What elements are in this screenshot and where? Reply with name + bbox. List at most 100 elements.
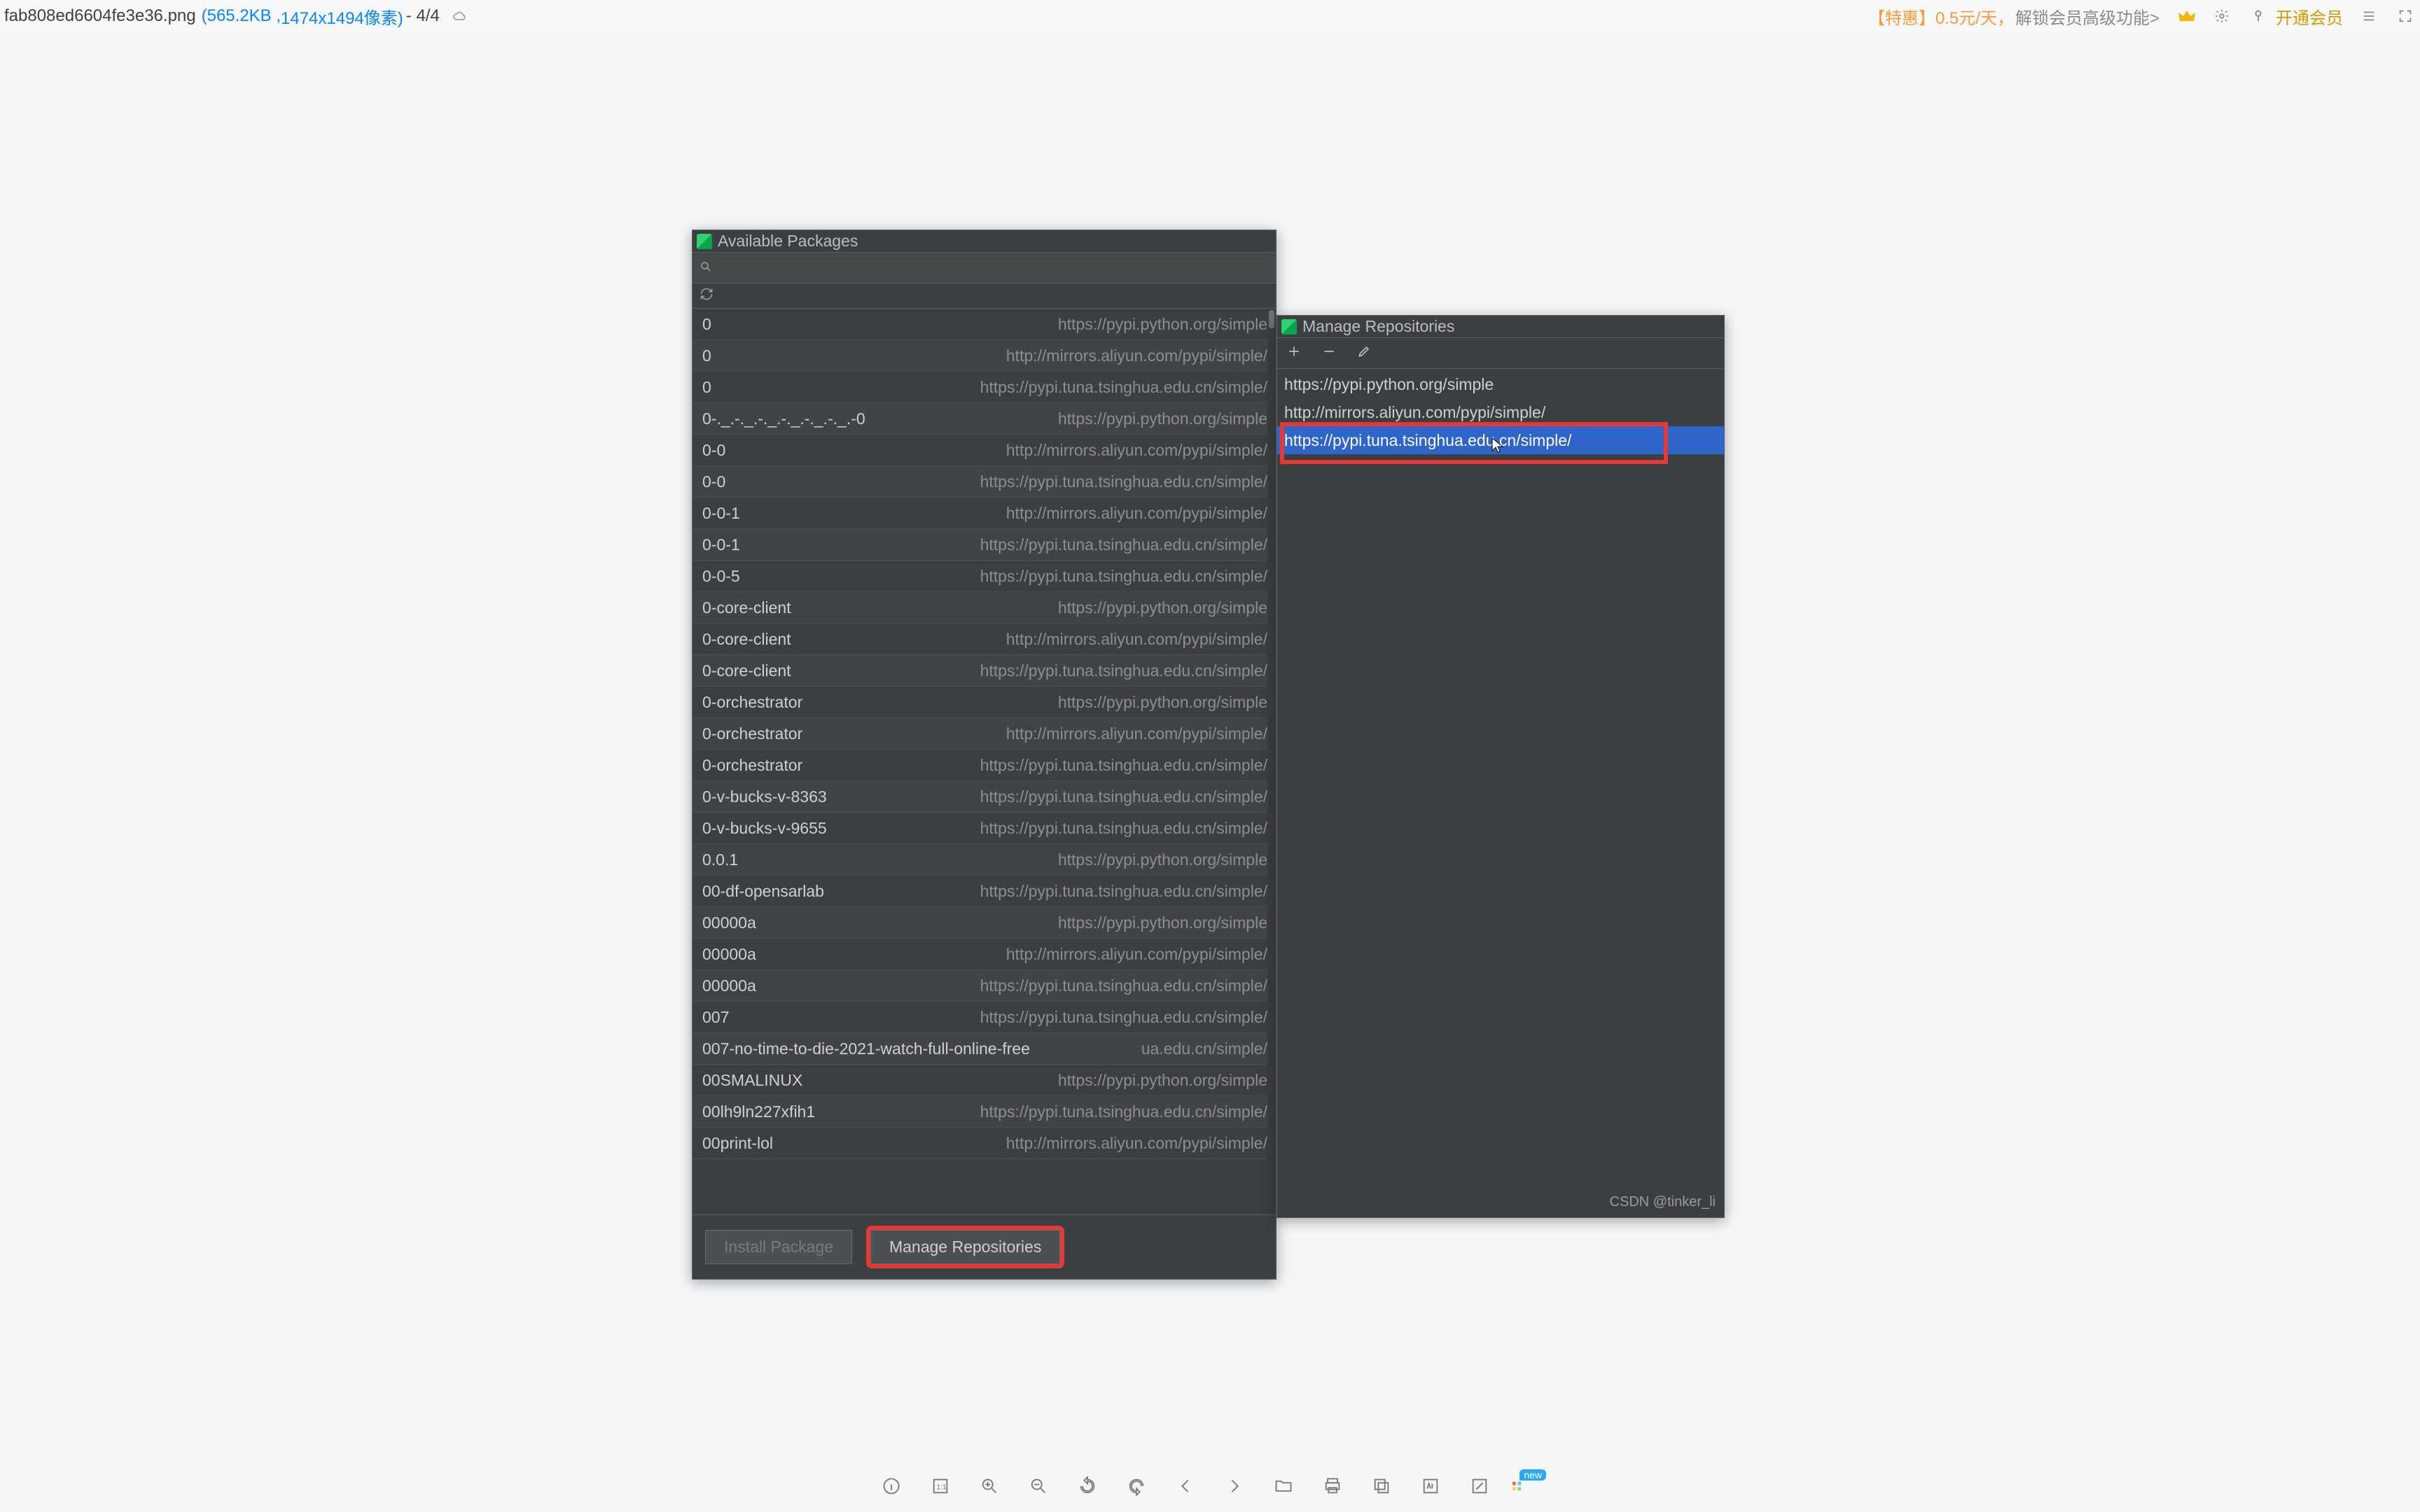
search-icon (700, 258, 712, 278)
package-row[interactable]: 0-0http://mirrors.aliyun.com/pypi/simple… (693, 435, 1276, 466)
ocr-icon[interactable] (1413, 1469, 1448, 1504)
edit-icon[interactable] (1357, 344, 1371, 363)
package-source: http://mirrors.aliyun.com/pypi/simple/ (725, 441, 1267, 460)
package-name: 00print-lol (702, 1134, 773, 1153)
package-row[interactable]: 00000ahttps://pypi.python.org/simple (693, 907, 1276, 939)
package-source: http://mirrors.aliyun.com/pypi/simple/ (740, 504, 1267, 523)
package-name: 0-0 (702, 472, 725, 491)
open-folder-icon[interactable] (1266, 1469, 1301, 1504)
package-row[interactable]: 00000ahttps://pypi.tuna.tsinghua.edu.cn/… (693, 970, 1276, 1002)
add-icon[interactable] (1287, 344, 1301, 363)
scrollbar-thumb[interactable] (1269, 310, 1274, 328)
package-row[interactable]: 0-core-clienthttps://pypi.python.org/sim… (693, 592, 1276, 624)
file-dimensions: 1474x1494像素) (281, 4, 403, 29)
package-source: http://mirrors.aliyun.com/pypi/simple/ (791, 630, 1267, 649)
package-row[interactable]: 0-orchestratorhttp://mirrors.aliyun.com/… (693, 718, 1276, 750)
rotate-ccw-icon[interactable] (1070, 1469, 1105, 1504)
package-row[interactable]: 0-0-1http://mirrors.aliyun.com/pypi/simp… (693, 498, 1276, 529)
package-name: 00000a (702, 945, 756, 964)
package-row[interactable]: 0-0-5https://pypi.tuna.tsinghua.edu.cn/s… (693, 561, 1276, 592)
repos-list[interactable]: https://pypi.python.org/simplehttp://mir… (1277, 369, 1724, 456)
gear-icon[interactable] (2214, 8, 2232, 24)
apps-icon[interactable]: new (1511, 1469, 1546, 1504)
package-name: 0-core-client (702, 630, 791, 649)
package-row[interactable]: 0https://pypi.tuna.tsinghua.edu.cn/simpl… (693, 372, 1276, 403)
package-row[interactable]: 0-orchestratorhttps://pypi.tuna.tsinghua… (693, 750, 1276, 781)
manage-repositories-button[interactable]: Manage Repositories (870, 1230, 1060, 1264)
package-name: 0-core-client (702, 598, 791, 617)
package-source: https://pypi.python.org/simple (738, 850, 1267, 869)
watermark: CSDN @tinker_li (1610, 1194, 1716, 1210)
package-name: 0-orchestrator (702, 756, 802, 775)
pycharm-icon (1281, 319, 1297, 335)
vip-text[interactable]: 开通会员 (2276, 4, 2343, 29)
package-source: https://pypi.tuna.tsinghua.edu.cn/simple… (711, 378, 1267, 397)
package-row[interactable]: 00print-lolhttp://mirrors.aliyun.com/pyp… (693, 1128, 1276, 1159)
package-source: https://pypi.python.org/simple (756, 913, 1267, 932)
package-row[interactable]: 0http://mirrors.aliyun.com/pypi/simple/ (693, 340, 1276, 372)
repo-item[interactable]: http://mirrors.aliyun.com/pypi/simple/ (1277, 398, 1724, 426)
package-name: 0-core-client (702, 662, 791, 680)
copy-icon[interactable] (1364, 1469, 1399, 1504)
package-name: 0-0 (702, 441, 725, 460)
promo-text-b[interactable]: 解锁会员高级功能> (2015, 4, 2160, 29)
install-package-button[interactable]: Install Package (705, 1230, 852, 1264)
promo-text-a[interactable]: 【特惠】0.5元/天， (1868, 4, 2014, 29)
package-name: 0 (702, 378, 711, 397)
package-name: 00-df-opensarlab (702, 882, 824, 901)
package-name: 007 (702, 1008, 729, 1027)
packages-reload-row (693, 284, 1276, 309)
package-row[interactable]: 0.0.1https://pypi.python.org/simple (693, 844, 1276, 876)
new-badge: new (1520, 1469, 1546, 1480)
packages-search-row (693, 253, 1276, 284)
package-row[interactable]: 0-v-bucks-v-9655https://pypi.tuna.tsingh… (693, 813, 1276, 844)
package-name: 0.0.1 (702, 850, 738, 869)
repo-item[interactable]: https://pypi.tuna.tsinghua.edu.cn/simple… (1277, 426, 1724, 454)
remove-icon[interactable] (1322, 344, 1336, 363)
packages-titlebar[interactable]: Available Packages (693, 230, 1276, 253)
zoom-in-icon[interactable] (972, 1469, 1007, 1504)
package-source: https://pypi.tuna.tsinghua.edu.cn/simple… (729, 1008, 1267, 1027)
package-row[interactable]: 00lh9ln227xfih1https://pypi.tuna.tsinghu… (693, 1096, 1276, 1128)
package-row[interactable]: 00-df-opensarlabhttps://pypi.tuna.tsingh… (693, 876, 1276, 907)
package-row[interactable]: 007-no-time-to-die-2021-watch-full-onlin… (693, 1033, 1276, 1065)
package-name: 007-no-time-to-die-2021-watch-full-onlin… (702, 1040, 1030, 1058)
packages-footer: Install Package Manage Repositories (693, 1214, 1276, 1279)
next-icon[interactable] (1217, 1469, 1252, 1504)
actual-size-icon[interactable]: 1:1 (923, 1469, 958, 1504)
package-source: http://mirrors.aliyun.com/pypi/simple/ (802, 724, 1267, 743)
package-row[interactable]: 0-core-clienthttps://pypi.tuna.tsinghua.… (693, 655, 1276, 687)
prev-icon[interactable] (1168, 1469, 1203, 1504)
reload-icon[interactable] (700, 286, 714, 306)
package-row[interactable]: 0https://pypi.python.org/simple (693, 309, 1276, 340)
package-row[interactable]: 0-core-clienthttp://mirrors.aliyun.com/p… (693, 624, 1276, 655)
info-icon[interactable] (874, 1469, 909, 1504)
vip-crown-icon[interactable] (2178, 8, 2196, 24)
repo-item[interactable]: https://pypi.python.org/simple (1277, 370, 1724, 398)
package-row[interactable]: 0-0https://pypi.tuna.tsinghua.edu.cn/sim… (693, 466, 1276, 498)
package-row[interactable]: 00SMALINUXhttps://pypi.python.org/simple (693, 1065, 1276, 1096)
annotate-icon[interactable] (1462, 1469, 1497, 1504)
fullscreen-icon[interactable] (2398, 8, 2416, 24)
cloud-icon[interactable] (452, 10, 469, 22)
package-row[interactable]: 007https://pypi.tuna.tsinghua.edu.cn/sim… (693, 1002, 1276, 1033)
packages-scrollbar[interactable] (1267, 309, 1276, 1214)
pycharm-icon (697, 234, 712, 249)
package-source: https://pypi.tuna.tsinghua.edu.cn/simple… (791, 662, 1267, 680)
repos-titlebar[interactable]: Manage Repositories (1277, 316, 1724, 338)
package-row[interactable]: 0-orchestratorhttps://pypi.python.org/si… (693, 687, 1276, 718)
package-row[interactable]: 0-._.-._.-._.-._.-._.-._.-0https://pypi.… (693, 403, 1276, 435)
package-name: 0-orchestrator (702, 693, 802, 712)
menu-icon[interactable] (2361, 8, 2379, 24)
package-row[interactable]: 0-0-1https://pypi.tuna.tsinghua.edu.cn/s… (693, 529, 1276, 561)
print-icon[interactable] (1315, 1469, 1350, 1504)
package-row[interactable]: 0-v-bucks-v-8363https://pypi.tuna.tsingh… (693, 781, 1276, 813)
rotate-cw-icon[interactable] (1119, 1469, 1154, 1504)
package-row[interactable]: 00000ahttp://mirrors.aliyun.com/pypi/sim… (693, 939, 1276, 970)
repos-toolbar (1277, 338, 1724, 369)
bottom-toolbar: 1:1 new (0, 1460, 2420, 1512)
zoom-out-icon[interactable] (1021, 1469, 1056, 1504)
packages-search-input[interactable] (716, 258, 1269, 277)
pin-icon[interactable] (2251, 8, 2269, 24)
packages-list[interactable]: 0https://pypi.python.org/simple0http://m… (693, 309, 1276, 1214)
